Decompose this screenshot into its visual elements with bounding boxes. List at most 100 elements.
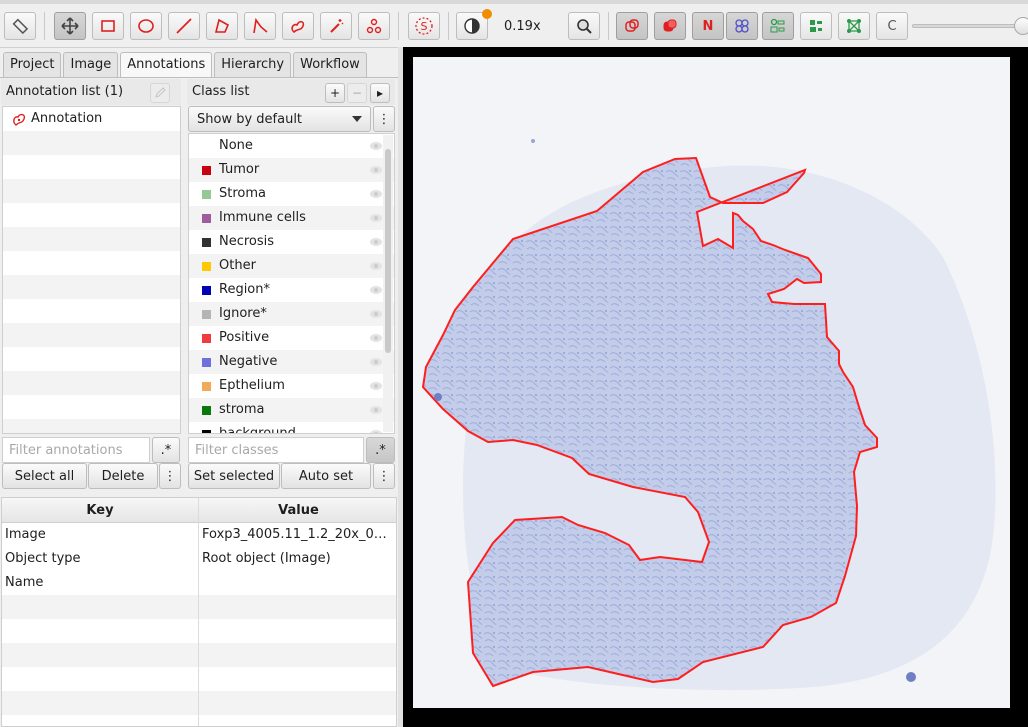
tissue-canvas[interactable] [413, 57, 1010, 708]
channel-icon: C [887, 18, 897, 34]
edit-annotation-button[interactable] [150, 83, 170, 103]
list-item [3, 131, 180, 155]
fill-annotations-button[interactable] [654, 12, 686, 40]
eye-icon[interactable] [370, 310, 382, 318]
zoom-to-fit-button[interactable] [568, 12, 600, 40]
tma-grid-icon [735, 19, 749, 33]
class-options-button[interactable]: ▸ [370, 83, 390, 103]
line-tool-button[interactable] [168, 12, 200, 40]
class-color-swatch [202, 382, 211, 391]
class-label: Stroma [219, 186, 266, 201]
eye-icon[interactable] [370, 334, 382, 342]
class-label: stroma [219, 402, 265, 417]
add-class-button[interactable]: + [325, 83, 345, 103]
set-selected-button[interactable]: Set selected [188, 463, 280, 489]
eye-icon[interactable] [370, 238, 382, 246]
class-item-none[interactable]: None [189, 134, 394, 158]
fill-detections-button[interactable] [800, 12, 832, 40]
class-item-stroma[interactable]: Stroma [189, 182, 394, 206]
table-row[interactable]: Name [2, 571, 396, 595]
filter-annotations-input[interactable] [2, 437, 150, 463]
class-item-necrosis[interactable]: Necrosis [189, 230, 394, 254]
eye-icon[interactable] [370, 142, 382, 150]
annotation-list[interactable]: Annotation [2, 106, 181, 434]
class-list-scrollbar[interactable] [383, 135, 393, 432]
contrast-icon [464, 18, 480, 34]
annotation-name: Annotation [31, 111, 103, 126]
tab-workflow[interactable]: Workflow [293, 52, 367, 77]
polygon-tool-button[interactable] [206, 12, 238, 40]
tab-image[interactable]: Image [63, 52, 119, 77]
class-more-button[interactable]: ⋮ [373, 463, 395, 489]
class-item-region[interactable]: Region* [189, 278, 394, 302]
tab-project[interactable]: Project [3, 52, 62, 77]
select-all-button[interactable]: Select all [2, 463, 87, 489]
class-item-positive[interactable]: Positive [189, 326, 394, 350]
delete-button[interactable]: Delete [88, 463, 158, 489]
scrollbar-thumb[interactable] [385, 149, 391, 353]
show-tma-grid-button[interactable] [726, 12, 758, 40]
show-annotations-button[interactable] [616, 12, 648, 40]
show-names-button[interactable]: N [692, 12, 724, 40]
class-list[interactable]: None Tumor Stroma Immune cells Necrosis … [188, 133, 395, 434]
tab-divider [0, 77, 399, 78]
eye-icon[interactable] [370, 214, 382, 222]
table-row[interactable]: Image Foxp3_4005.11_1.2_20x_01.vs... [2, 523, 396, 547]
class-item-epthelium[interactable]: Epthelium [189, 374, 394, 398]
eye-icon[interactable] [370, 430, 382, 433]
eye-icon[interactable] [370, 358, 382, 366]
class-item-stroma-lower[interactable]: stroma [189, 398, 394, 422]
polygon-icon [214, 18, 230, 33]
wand-tool-button[interactable] [320, 12, 352, 40]
class-item-immune-cells[interactable]: Immune cells [189, 206, 394, 230]
measure-tool-button[interactable] [4, 12, 36, 40]
class-item-negative[interactable]: Negative [189, 350, 394, 374]
class-item-ignore[interactable]: Ignore* [189, 302, 394, 326]
ellipse-tool-button[interactable] [130, 12, 162, 40]
brush-tool-button[interactable] [282, 12, 314, 40]
properties-table[interactable]: Key Value Image Foxp3_4005.11_1.2_20x_01.… [1, 497, 397, 727]
rectangle-tool-button[interactable] [92, 12, 124, 40]
class-item-background[interactable]: background [189, 422, 394, 433]
remove-class-button[interactable]: − [347, 83, 367, 103]
list-item [3, 419, 180, 433]
class-visibility-dropdown[interactable]: Show by default [188, 106, 371, 132]
opacity-slider-knob[interactable] [1014, 17, 1028, 35]
show-detections-button[interactable] [762, 12, 794, 40]
value-column-header[interactable]: Value [199, 498, 396, 523]
points-tool-button[interactable] [358, 12, 390, 40]
move-tool-button[interactable] [54, 12, 86, 40]
property-key: Image [5, 527, 46, 542]
eye-icon[interactable] [370, 262, 382, 270]
class-dropdown-more-button[interactable]: ⋮ [373, 106, 395, 132]
class-label: Ignore* [219, 306, 267, 321]
filter-classes-input[interactable] [188, 437, 364, 463]
image-viewer[interactable] [403, 47, 1028, 727]
channel-button[interactable]: C [876, 12, 908, 40]
tab-annotations[interactable]: Annotations [120, 52, 213, 78]
selection-mode-button[interactable]: S [408, 12, 440, 40]
eye-icon[interactable] [370, 382, 382, 390]
eye-icon[interactable] [370, 286, 382, 294]
opacity-slider-track[interactable] [912, 24, 1028, 28]
tab-hierarchy[interactable]: Hierarchy [214, 52, 292, 77]
class-regex-toggle[interactable]: .* [366, 437, 395, 463]
eye-icon[interactable] [370, 190, 382, 198]
polyline-tool-button[interactable] [244, 12, 276, 40]
eye-icon[interactable] [370, 166, 382, 174]
list-item[interactable]: Annotation [3, 107, 180, 131]
show-connections-button[interactable] [838, 12, 870, 40]
eye-icon[interactable] [370, 406, 382, 414]
table-row[interactable]: Object type Root object (Image) [2, 547, 396, 571]
table-row [2, 691, 396, 715]
annotation-more-button[interactable]: ⋮ [159, 463, 181, 489]
slide-image[interactable] [413, 57, 1010, 708]
table-row [2, 619, 396, 643]
class-item-other[interactable]: Other [189, 254, 394, 278]
property-key: Object type [5, 551, 81, 566]
class-item-tumor[interactable]: Tumor [189, 158, 394, 182]
key-column-header[interactable]: Key [2, 498, 198, 523]
title-strip [0, 0, 1028, 4]
auto-set-button[interactable]: Auto set [281, 463, 371, 489]
annotation-regex-toggle[interactable]: .* [152, 437, 180, 463]
